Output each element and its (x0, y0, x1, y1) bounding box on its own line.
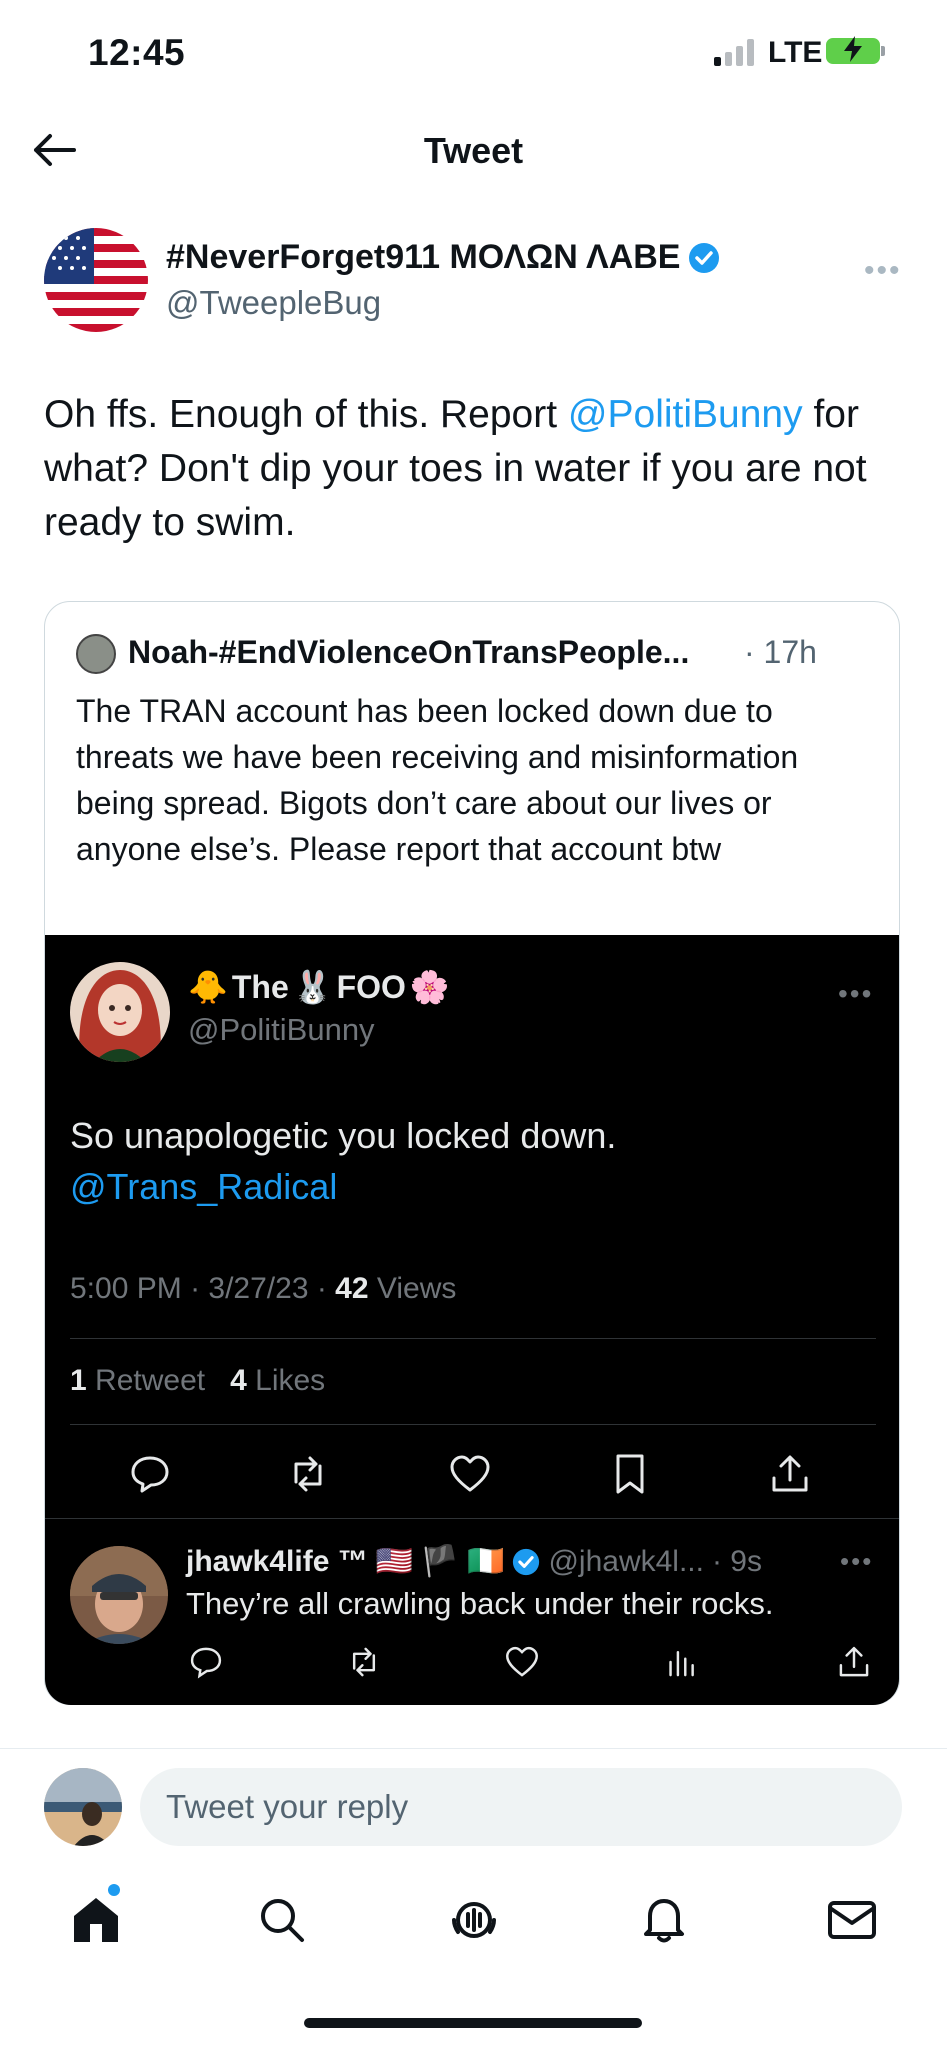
author-avatar[interactable] (44, 228, 148, 332)
quoted-author-avatar (76, 634, 116, 674)
retweet-icon (286, 1452, 330, 1496)
quoted-author-name: Noah-#EndViolenceOnTransPeople... (128, 634, 690, 670)
like-icon (448, 1452, 492, 1496)
signal-icon (714, 38, 754, 66)
my-avatar (44, 1768, 122, 1846)
rabbit-emoji: 🐰 (292, 969, 333, 1005)
reply-text: They’re all crawling back under their ro… (186, 1586, 774, 1621)
embedded-mention: @Trans_Radical (70, 1166, 338, 1207)
retweets-label: Retweet (95, 1364, 206, 1397)
retweets-count: 1 (70, 1364, 87, 1397)
reply-author-handle: @jhawk4l... (548, 1544, 704, 1578)
reply-author-name: jhawk4life ™ (186, 1544, 368, 1578)
mention-link[interactable]: @PolitiBunny (568, 393, 803, 436)
tweet-text-before: Oh ffs. Enough of this. Report (44, 393, 568, 436)
embedded-date: 3/27/23 (208, 1272, 309, 1305)
reply-timestamp: · 9s (711, 1544, 762, 1578)
bookmark-icon (608, 1452, 652, 1496)
divider (0, 1748, 947, 1749)
reply-retweet-icon (346, 1644, 382, 1680)
page-title: Tweet (423, 130, 524, 171)
quoted-timestamp: · 17h (744, 634, 817, 670)
chick-emoji: 🐥 (188, 969, 228, 1005)
embedded-more-icon: ••• (838, 978, 874, 1009)
embedded-views-count: 42 (335, 1272, 369, 1305)
home-icon[interactable] (68, 1892, 124, 1948)
verified-badge-icon (688, 242, 720, 274)
reply-verified-icon (512, 1548, 540, 1576)
network-label: LTE (768, 36, 823, 69)
divider (70, 1424, 876, 1425)
embedded-meta: 5:00 PM · 3/27/23 · 42 Views (70, 1272, 457, 1305)
tweet-text: Oh ffs. Enough of this. Report @PolitiBu… (44, 388, 914, 550)
reply-author-flags: 🇺🇸 🏴 🇮🇪 (375, 1545, 505, 1578)
embedded-author-avatar (70, 962, 170, 1062)
notification-dot (108, 1884, 120, 1896)
embedded-time: 5:00 PM (70, 1272, 182, 1305)
embedded-text-line: So unapologetic you locked down. (70, 1115, 617, 1156)
more-options-icon[interactable]: ••• (864, 254, 902, 288)
embedded-stats: 1 Retweet 4 Likes (70, 1364, 325, 1398)
embedded-text: So unapologetic you locked down. @Trans_… (70, 1110, 850, 1212)
reply-more-icon: ••• (840, 1546, 874, 1576)
embedded-name-word2: FOO (336, 968, 406, 1005)
reply-comment-icon (188, 1644, 224, 1680)
author-handle[interactable]: @TweepleBug (166, 284, 381, 322)
author-name[interactable]: #NeverForget911 ΜΟΛΩΝ ΛΑΒΕ (166, 238, 720, 277)
divider (70, 1338, 876, 1339)
charging-icon (840, 34, 866, 64)
divider (45, 1518, 899, 1519)
messages-icon[interactable] (824, 1892, 880, 1948)
likes-count: 4 (230, 1364, 247, 1397)
embedded-author-handle: @PolitiBunny (188, 1012, 375, 1047)
blossom-emoji: 🌸 (409, 969, 450, 1005)
reply-author: jhawk4life ™ 🇺🇸 🏴 🇮🇪 @jhawk4l... · 9s (186, 1544, 762, 1579)
embedded-name-word1: The (231, 968, 289, 1005)
battery-nub (881, 46, 885, 56)
likes-label: Likes (255, 1364, 326, 1397)
author-name-text: #NeverForget911 ΜΟΛΩΝ ΛΑΒΕ (166, 238, 681, 276)
share-icon (768, 1452, 812, 1496)
reply-analytics-icon (664, 1644, 700, 1680)
reply-icon (128, 1452, 172, 1496)
reply-input[interactable] (140, 1768, 902, 1846)
embedded-author-name: 🐥 The 🐰 FOO 🌸 (188, 968, 450, 1006)
spaces-icon[interactable] (446, 1892, 502, 1948)
notifications-icon[interactable] (636, 1892, 692, 1948)
home-indicator[interactable] (304, 2018, 642, 2028)
embedded-views-label: Views (376, 1272, 457, 1305)
quoted-text: The TRAN account has been locked down du… (76, 693, 799, 867)
search-icon[interactable] (254, 1892, 310, 1948)
reply-share-icon (836, 1644, 872, 1680)
status-time: 12:45 (88, 32, 186, 73)
reply-like-icon (504, 1644, 540, 1680)
reply-author-avatar (70, 1546, 168, 1644)
